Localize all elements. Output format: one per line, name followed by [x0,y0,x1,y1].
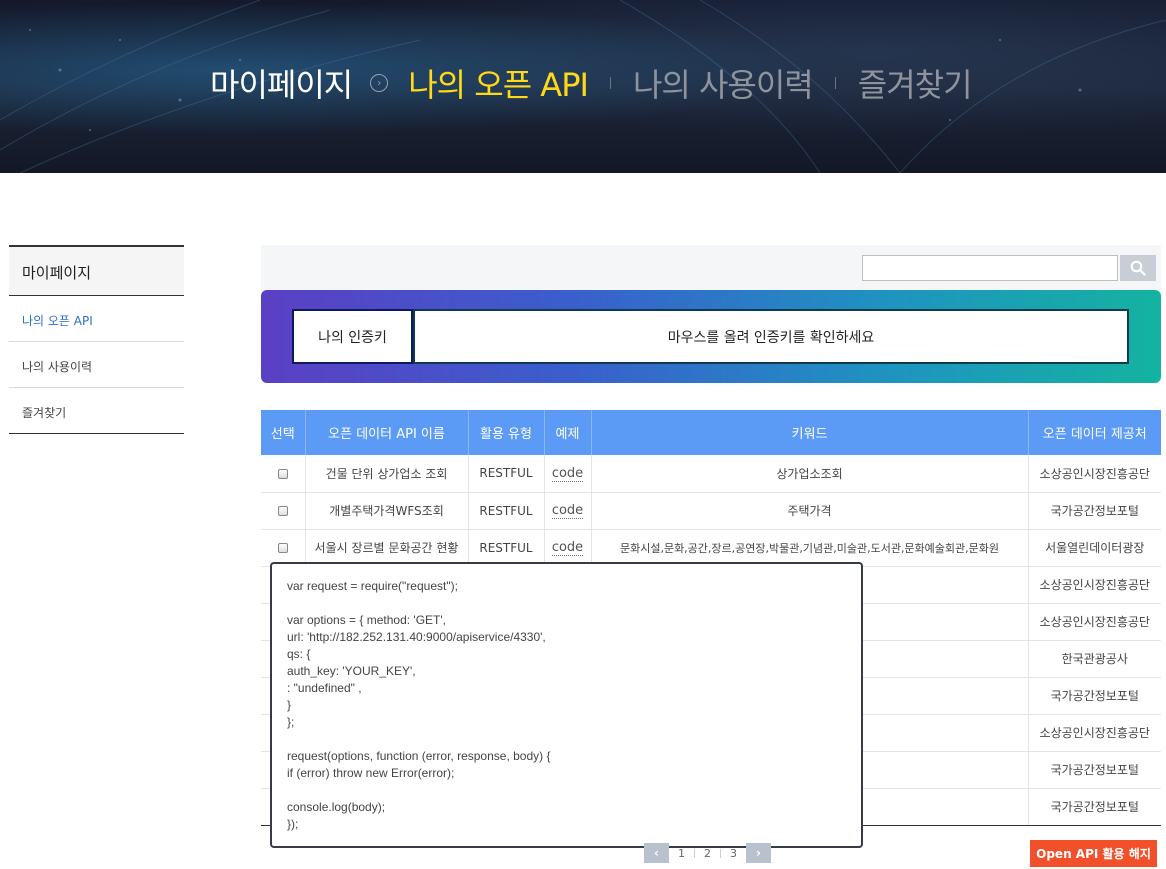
provider-cell: 국가공간정보포털 [1028,492,1161,530]
hero-banner: 마이페이지 › 나의 오픈 API 나의 사용이력 즐겨찾기 [0,0,1166,173]
code-line: } [287,698,292,712]
code-example-link[interactable]: code [551,465,584,482]
code-line: if (error) throw new Error(error); [287,766,455,780]
code-line: }); [287,817,299,831]
code-example-popup: var request = require("request"); var op… [270,562,863,848]
keyword-cell: 문화시설,문화,공간,장르,공연장,박물관,기념관,미술관,도서관,문화예술회관… [591,529,1029,567]
keyword-cell: 상가업소조회 [591,455,1029,493]
search-bar [261,245,1161,290]
row-checkbox[interactable] [277,506,288,516]
code-line: auth_key: 'YOUR_KEY', [287,664,416,678]
search-icon [1130,260,1146,276]
auth-key-value[interactable]: 마우스를 올려 인증키를 확인하세요 [413,309,1129,364]
search-input[interactable] [862,255,1118,281]
sidebar-title: 마이페이지 [9,245,184,296]
column-header-select: 선택 [261,410,306,455]
hero-tab-favorites[interactable]: 즐겨찾기 [858,60,973,106]
provider-cell: 소상공인시장진흥공단 [1028,566,1161,604]
code-line: var request = require("request"); [287,579,458,593]
hero-divider [834,77,836,89]
table-header-row: 선택 오픈 데이터 API 이름 활용 유형 예제 키워드 오픈 데이터 제공처 [261,410,1161,455]
code-line: url: 'http://182.252.131.40:9000/apiserv… [287,630,546,644]
provider-cell: 소상공인시장진흥공단 [1028,455,1161,493]
pagination: ‹ 1 2 3 › [644,843,771,863]
prev-page-button[interactable]: ‹ [644,843,669,863]
code-line: qs: { [287,647,311,661]
terminate-open-api-button[interactable]: Open API 활용 해지 [1030,840,1157,867]
column-header-provider: 오픈 데이터 제공처 [1028,410,1161,455]
hero-tab-my-open-api[interactable]: 나의 오픈 API [408,60,589,106]
auth-key-label: 나의 인증키 [292,309,413,364]
row-checkbox[interactable] [277,468,288,479]
column-header-example: 예제 [544,410,592,455]
column-header-api-name: 오픈 데이터 API 이름 [305,410,469,455]
provider-cell: 소상공인시장진흥공단 [1028,714,1161,752]
column-header-type: 활용 유형 [468,410,545,455]
code-line: }; [287,715,295,729]
chevron-right-circle-icon: › [370,74,389,92]
code-line: : "undefined" , [287,681,362,695]
table-row: 건물 단위 상가업소 조회 RESTFUL code 상가업소조회 소상공인시장… [261,455,1161,493]
hero-home-link[interactable]: 마이페이지 [210,60,353,106]
code-line: console.log(body); [287,800,386,814]
provider-cell: 국가공간정보포털 [1028,677,1161,715]
hero-divider [609,77,611,89]
auth-key-banner: 나의 인증키 마우스를 올려 인증키를 확인하세요 [261,290,1161,383]
column-header-keyword: 키워드 [591,410,1029,455]
code-example-link[interactable]: code [551,503,584,519]
hero-breadcrumb-nav: 마이페이지 › 나의 오픈 API 나의 사용이력 즐겨찾기 [210,60,973,106]
search-button[interactable] [1120,255,1156,281]
provider-cell: 국가공간정보포털 [1028,788,1161,826]
table-row: 개별주택가격WFS조회 RESTFUL code 주택가격 국가공간정보포털 [261,492,1161,530]
type-cell: RESTFUL [468,529,545,567]
provider-cell: 소상공인시장진흥공단 [1028,603,1161,641]
code-line: var options = { method: 'GET', [287,613,446,627]
row-checkbox[interactable] [277,543,288,553]
next-page-button[interactable]: › [746,843,771,863]
code-line: request(options, function (error, respon… [287,749,551,763]
code-example-link[interactable]: code [551,540,584,556]
provider-cell: 국가공간정보포털 [1028,751,1161,789]
api-name-cell[interactable]: 서울시 장르별 문화공간 현황 [305,529,469,567]
sidebar-item-my-open-api[interactable]: 나의 오픈 API [9,296,184,342]
page-number-3[interactable]: 3 [721,847,746,860]
type-cell: RESTFUL [468,455,545,493]
type-cell: RESTFUL [468,492,545,530]
page-number-2[interactable]: 2 [695,847,720,860]
provider-cell: 한국관광공사 [1028,640,1161,678]
api-name-cell[interactable]: 개별주택가격WFS조회 [305,492,469,530]
keyword-cell: 주택가격 [591,492,1029,530]
sidebar-item-favorites[interactable]: 즐겨찾기 [9,388,184,434]
api-name-cell[interactable]: 건물 단위 상가업소 조회 [305,455,469,493]
table-row: 서울시 장르별 문화공간 현황 RESTFUL code 문화시설,문화,공간,… [261,529,1161,567]
hero-tab-usage-history[interactable]: 나의 사용이력 [633,60,814,106]
provider-cell: 서울열린데이터광장 [1028,529,1161,567]
sidebar: 마이페이지 나의 오픈 API 나의 사용이력 즐겨찾기 [9,245,184,434]
sidebar-item-usage-history[interactable]: 나의 사용이력 [9,342,184,388]
page-number-1[interactable]: 1 [669,847,694,860]
